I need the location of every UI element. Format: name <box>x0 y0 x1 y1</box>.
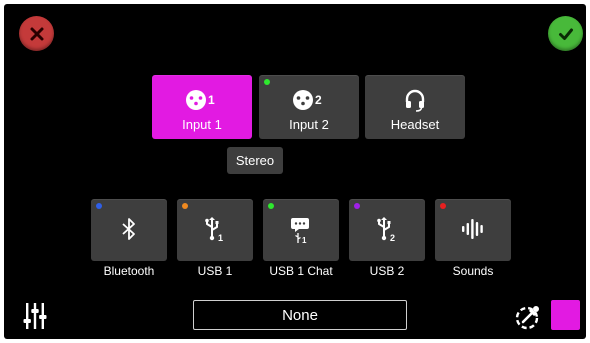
source-label: Headset <box>390 117 440 132</box>
output-label: Bluetooth <box>103 264 155 278</box>
combo-input-icon: 2 <box>293 90 322 110</box>
status-indicator-dot <box>440 203 446 209</box>
color-picker-icon[interactable] <box>514 303 542 331</box>
output-label: USB 1 Chat <box>269 264 333 278</box>
status-indicator-dot <box>264 79 270 85</box>
status-indicator-dot <box>354 203 360 209</box>
status-indicator-dot <box>96 203 102 209</box>
app-screen: 1 Input 1 2 Input 2 Headset Stereo Bluet… <box>4 4 586 339</box>
output-label: USB 2 <box>369 264 405 278</box>
status-indicator-dot <box>268 203 274 209</box>
svg-text:1: 1 <box>218 233 223 242</box>
soundwave-icon <box>462 219 483 239</box>
output-bluetooth[interactable] <box>91 199 167 261</box>
output-usb-2[interactable]: 2 <box>349 199 425 261</box>
output-sounds[interactable] <box>435 199 511 261</box>
source-input-1[interactable]: 1 Input 1 <box>152 75 252 139</box>
mixer-sliders-icon[interactable] <box>23 301 47 331</box>
usb-chat-icon: 1 <box>291 218 309 244</box>
usb-icon: 2 <box>377 217 395 242</box>
output-label: USB 1 <box>197 264 233 278</box>
source-badge: 1 <box>208 93 215 107</box>
cancel-button[interactable] <box>19 16 54 51</box>
svg-text:1: 1 <box>302 236 307 244</box>
color-swatch[interactable] <box>551 300 580 330</box>
headset-icon <box>405 89 425 112</box>
bluetooth-icon <box>122 218 135 240</box>
none-selector[interactable]: None <box>193 300 407 330</box>
stereo-button[interactable]: Stereo <box>227 147 283 174</box>
source-badge: 2 <box>315 93 322 107</box>
source-label: Input 1 <box>182 117 222 132</box>
close-icon <box>30 27 43 40</box>
svg-text:2: 2 <box>390 233 395 242</box>
output-usb-1-chat[interactable]: 1 <box>263 199 339 261</box>
usb-icon: 1 <box>205 217 223 242</box>
source-headset[interactable]: Headset <box>365 75 465 139</box>
output-usb-1[interactable]: 1 <box>177 199 253 261</box>
confirm-button[interactable] <box>548 16 583 51</box>
status-indicator-dot <box>182 203 188 209</box>
source-input-2[interactable]: 2 Input 2 <box>259 75 359 139</box>
check-icon <box>558 28 573 40</box>
source-label: Input 2 <box>289 117 329 132</box>
output-label: Sounds <box>452 264 494 278</box>
combo-input-icon: 1 <box>186 90 215 110</box>
